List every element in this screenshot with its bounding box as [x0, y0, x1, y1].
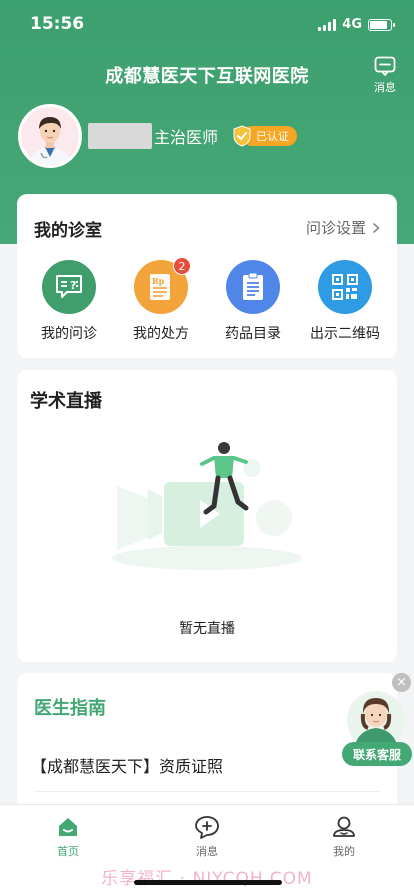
doctor-name-redacted — [88, 123, 152, 149]
header-message-button[interactable]: 消息 — [374, 56, 396, 95]
academic-live-card: 学术直播 暂无直播 — [17, 370, 397, 662]
feature-label: 药品目录 — [225, 326, 281, 342]
chat-plus-icon — [195, 816, 219, 839]
network-label: 4G — [342, 17, 362, 32]
home-indicator — [134, 880, 282, 885]
drug-catalog-icon — [226, 260, 280, 314]
shield-check-icon — [233, 125, 251, 147]
consult-settings-label: 问诊设置 — [305, 219, 366, 237]
tab-label: 首页 — [57, 845, 79, 858]
feature-label: 我的处方 — [133, 326, 189, 342]
doctor-profile[interactable]: 主治医师 已认证 — [18, 104, 298, 168]
my-clinic-card: 我的诊室 问诊设置 ? 我的问诊 Rp 2 我的处方 药品目录 出示二维码 — [17, 194, 397, 358]
home-icon — [59, 818, 77, 836]
svg-text:Rp: Rp — [152, 276, 165, 286]
live-section-title: 学术直播 — [30, 391, 102, 412]
avatar[interactable] — [18, 104, 82, 168]
service-agent-icon — [347, 691, 405, 749]
feature-my-prescriptions[interactable]: Rp 2 我的处方 — [116, 257, 206, 343]
clinic-title: 我的诊室 — [34, 221, 102, 241]
doctor-avatar-icon — [21, 107, 79, 165]
customer-service-avatar[interactable] — [340, 688, 412, 749]
header-message-label: 消息 — [374, 81, 396, 94]
chevron-right-icon — [372, 222, 380, 233]
tab-label: 消息 — [196, 845, 218, 858]
status-time: 15:56 — [30, 14, 85, 34]
battery-icon — [368, 18, 395, 31]
guide-item-qualification[interactable]: 【成都慧医天下】资质证照 — [31, 753, 223, 777]
page-title: 成都慧医天下互联网医院 — [105, 66, 309, 87]
feature-my-consultations[interactable]: ? 我的问诊 — [24, 260, 114, 343]
signal-icon — [318, 18, 337, 31]
prescription-count-badge: 2 — [173, 257, 191, 275]
profile-icon — [333, 816, 355, 837]
feature-label: 我的问诊 — [41, 326, 97, 342]
feature-show-qr-code[interactable]: 出示二维码 — [300, 260, 390, 343]
contact-customer-service-button[interactable]: 联系客服 — [342, 742, 412, 766]
consult-icon: ? — [42, 260, 96, 314]
feature-drug-catalog[interactable]: 药品目录 — [208, 260, 298, 343]
verified-badge: 已认证 — [232, 125, 298, 147]
qr-code-icon — [318, 260, 372, 314]
tab-label: 我的 — [333, 845, 355, 858]
no-live-text: 暂无直播 — [179, 621, 235, 637]
close-icon[interactable]: × — [392, 673, 411, 692]
message-icon — [374, 56, 396, 76]
guide-section-title: 医生指南 — [34, 698, 106, 719]
doctor-title: 主治医师 — [154, 128, 219, 147]
watermark: 乐享福汇 · NIYCQH.COM — [101, 869, 313, 889]
consult-settings-link[interactable]: 问诊设置 — [306, 217, 380, 238]
no-live-illustration — [102, 434, 312, 578]
feature-label: 出示二维码 — [310, 326, 380, 342]
divider — [34, 791, 380, 792]
tab-messages[interactable]: 消息 — [167, 815, 247, 859]
status-bar: 15:56 4G — [0, 0, 414, 50]
tab-home[interactable]: 首页 — [28, 815, 108, 859]
status-indicators: 4G — [318, 17, 395, 32]
svg-text:?: ? — [70, 279, 76, 292]
clinic-feature-row: ? 我的问诊 Rp 2 我的处方 药品目录 出示二维码 — [17, 257, 397, 343]
tab-profile[interactable]: 我的 — [304, 815, 384, 859]
